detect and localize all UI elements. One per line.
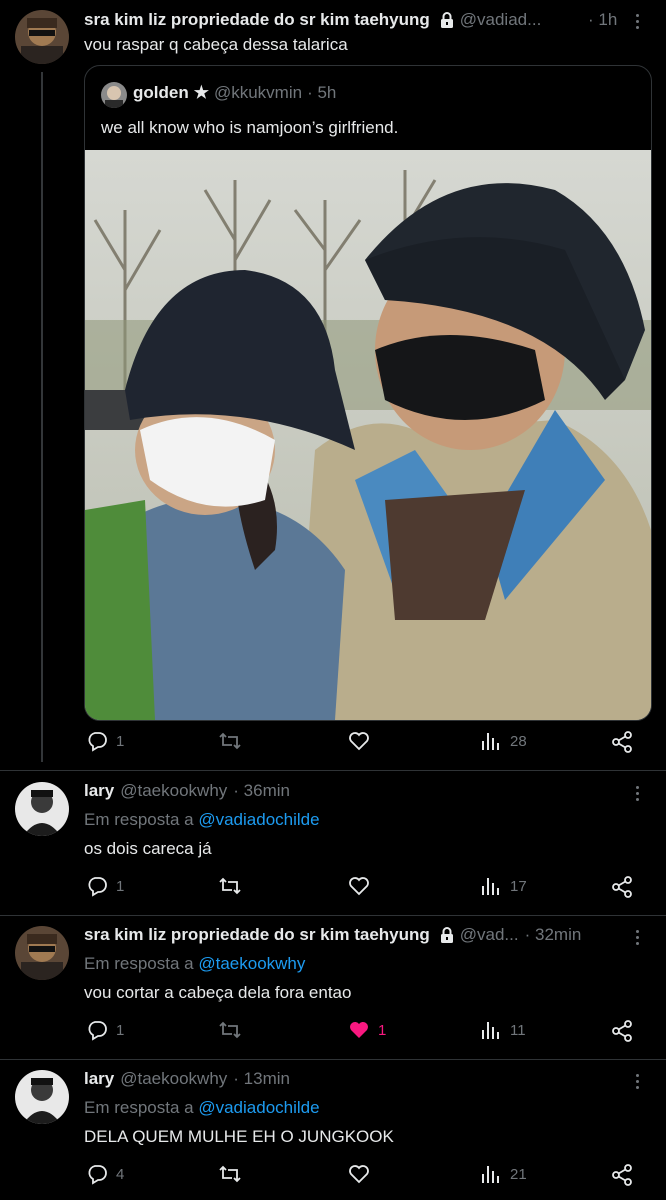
views-icon — [482, 878, 499, 895]
views-icon — [482, 1022, 499, 1039]
retweet-icon — [219, 1165, 241, 1183]
like-button[interactable] — [348, 730, 370, 752]
more-icon[interactable] — [636, 14, 640, 32]
reply-button[interactable]: 4 — [86, 1163, 124, 1185]
heart-icon — [349, 877, 369, 896]
retweet-icon — [219, 877, 241, 895]
timestamp[interactable]: · 13min — [233, 1069, 290, 1089]
timestamp[interactable]: · 36min — [233, 781, 290, 801]
reply-count: 4 — [116, 1165, 125, 1183]
reply-to-link[interactable]: @taekookwhy — [198, 954, 305, 973]
share-icon — [612, 731, 632, 753]
views-button[interactable]: 28 — [480, 730, 527, 752]
quote-author-handle: @kkukvmin — [213, 83, 303, 102]
reply-button[interactable]: 1 — [86, 1019, 124, 1041]
reply-count: 1 — [116, 877, 125, 895]
retweet-button[interactable] — [218, 875, 242, 897]
more-icon[interactable] — [636, 786, 640, 804]
author-handle[interactable]: @vad... — [460, 925, 519, 945]
divider — [0, 770, 666, 771]
like-button[interactable] — [348, 875, 370, 897]
timestamp[interactable]: · 32min — [525, 925, 582, 945]
author-handle[interactable]: @vadiad... — [460, 10, 542, 30]
retweet-button[interactable] — [218, 1163, 242, 1185]
reply-to-label: Em resposta a — [84, 954, 194, 973]
quoted-tweet[interactable]: golden ★ @kkukvmin · 5h we all know who … — [84, 65, 652, 721]
tweet-text: os dois careca já — [84, 839, 212, 858]
reply-to-link[interactable]: @vadiadochilde — [198, 810, 319, 829]
retweet-icon — [219, 732, 241, 750]
author-name[interactable]: lary — [84, 1069, 114, 1089]
divider — [0, 915, 666, 916]
like-count: 1 — [378, 1021, 387, 1039]
more-icon[interactable] — [636, 930, 640, 948]
views-button[interactable]: 11 — [480, 1019, 526, 1041]
retweet-button[interactable] — [218, 730, 242, 752]
reply-button[interactable]: 1 — [86, 730, 124, 752]
author-name[interactable]: sra kim liz propriedade do sr kim taehyu… — [84, 925, 430, 945]
share-icon — [612, 1164, 632, 1186]
share-button[interactable] — [610, 1163, 634, 1187]
quote-author-name: golden — [133, 83, 189, 102]
avatar[interactable] — [15, 1070, 69, 1124]
tweet-text: DELA QUEM MULHE EH O JUNGKOOK — [84, 1127, 394, 1146]
reply-count: 1 — [116, 732, 125, 750]
tweet-text: vou raspar q cabeça dessa talarica — [84, 35, 348, 54]
views-count: 28 — [510, 732, 527, 750]
share-button[interactable] — [610, 730, 634, 754]
reply-icon — [88, 1165, 107, 1185]
tweet-text: vou cortar a cabeça dela fora entao — [84, 983, 352, 1002]
views-button[interactable]: 21 — [480, 1163, 527, 1185]
author-handle[interactable]: @taekookwhy — [120, 781, 227, 801]
author-handle[interactable]: @taekookwhy — [120, 1069, 227, 1089]
reply-icon — [88, 877, 107, 897]
reply-to-link[interactable]: @vadiadochilde — [198, 1098, 319, 1117]
views-count: 21 — [510, 1165, 527, 1183]
author-name[interactable]: sra kim liz propriedade do sr kim taehyu… — [84, 10, 430, 30]
author-name[interactable]: lary — [84, 781, 114, 801]
star-icon: ★ — [193, 83, 209, 102]
timestamp[interactable]: · 1h — [588, 10, 617, 30]
quote-text: we all know who is namjoon’s girlfriend. — [101, 118, 399, 137]
retweet-icon — [219, 1021, 241, 1039]
share-button[interactable] — [610, 1019, 634, 1043]
avatar[interactable] — [15, 926, 69, 980]
views-icon — [482, 733, 499, 750]
views-icon — [482, 1166, 499, 1183]
avatar — [101, 82, 127, 108]
reply-to-label: Em resposta a — [84, 810, 194, 829]
more-icon[interactable] — [636, 1074, 640, 1092]
quote-photo[interactable] — [85, 150, 651, 720]
quote-timestamp: · 5h — [307, 83, 337, 102]
share-button[interactable] — [610, 875, 634, 899]
share-icon — [612, 1020, 632, 1042]
avatar[interactable] — [15, 10, 69, 64]
thread-line — [41, 72, 43, 762]
heart-icon — [349, 1165, 369, 1184]
avatar[interactable] — [15, 782, 69, 836]
reply-icon — [88, 732, 107, 752]
reply-button[interactable]: 1 — [86, 875, 124, 897]
divider — [0, 1059, 666, 1060]
share-icon — [612, 876, 632, 898]
lock-icon — [440, 12, 453, 28]
reply-count: 1 — [116, 1021, 125, 1039]
like-button[interactable] — [348, 1163, 370, 1185]
lock-icon — [440, 927, 453, 943]
retweet-button[interactable] — [218, 1019, 242, 1041]
reply-icon — [88, 1021, 107, 1041]
heart-icon — [349, 732, 369, 751]
views-button[interactable]: 17 — [480, 875, 527, 897]
views-count: 17 — [510, 877, 527, 895]
reply-to-label: Em resposta a — [84, 1098, 194, 1117]
like-button[interactable]: 1 — [348, 1019, 386, 1041]
heart-filled-icon — [350, 1022, 368, 1038]
views-count: 11 — [510, 1021, 526, 1039]
